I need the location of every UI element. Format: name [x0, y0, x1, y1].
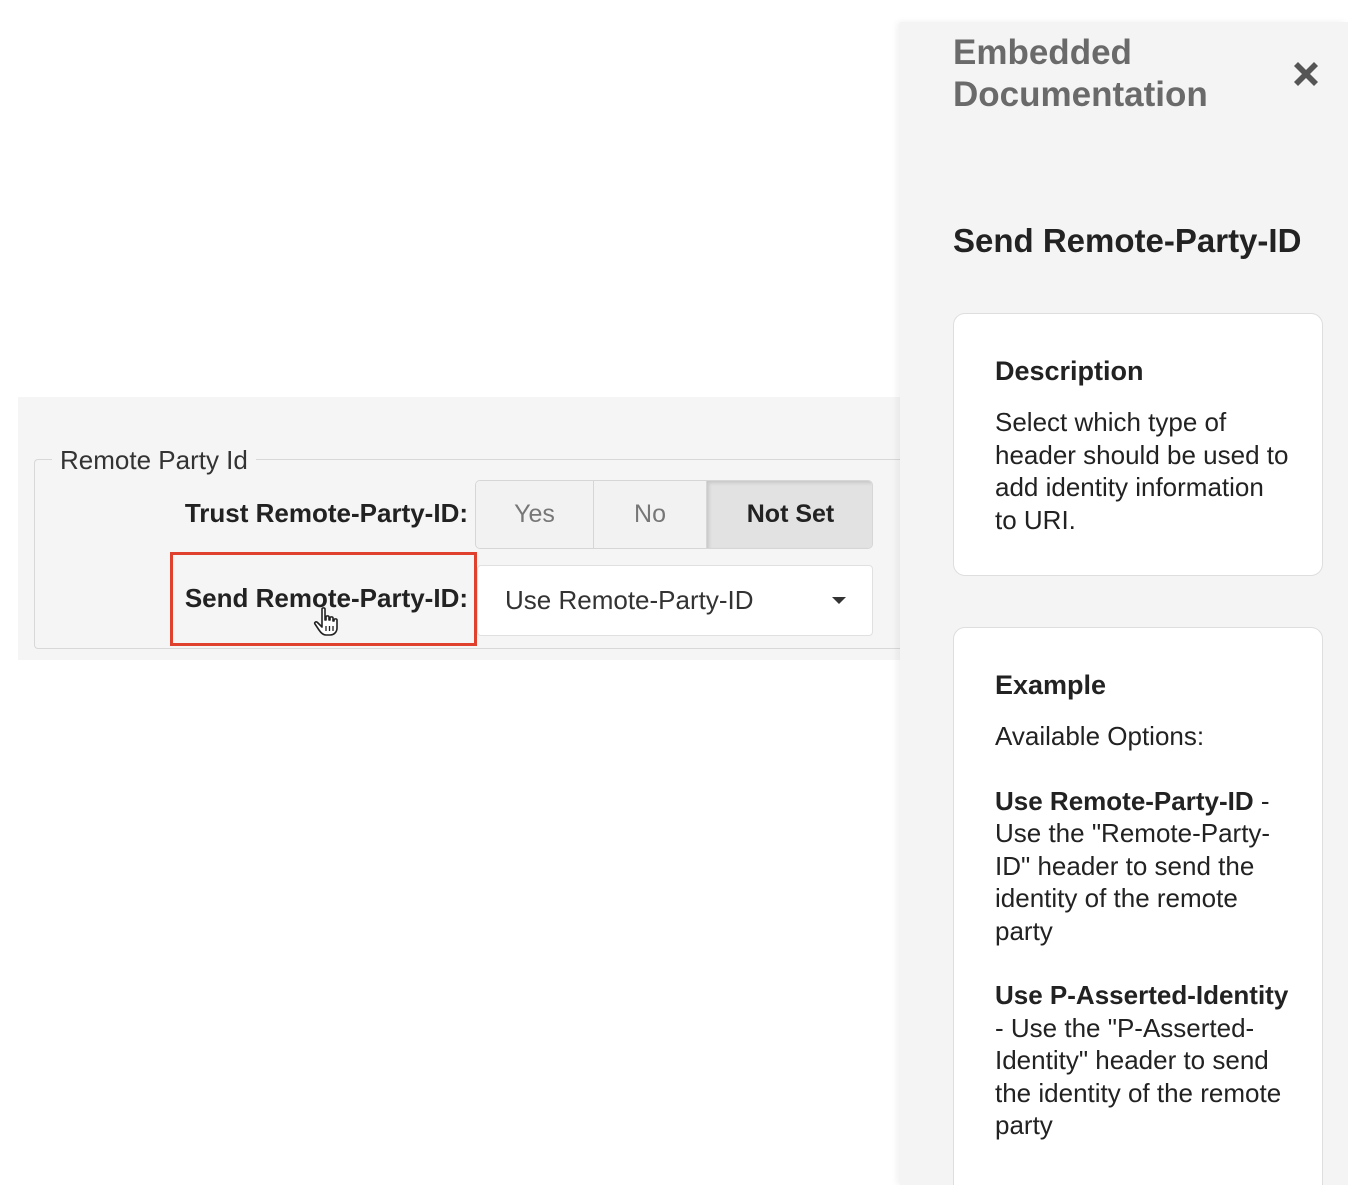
- close-icon[interactable]: [1290, 58, 1322, 90]
- option-desc: - Use the "P-Asserted-Identity" header t…: [995, 1012, 1282, 1141]
- description-title: Description: [995, 356, 1144, 386]
- send-remote-party-id-select[interactable]: Use Remote-Party-ID: [477, 565, 873, 636]
- trust-option-not-set[interactable]: Not Set: [707, 481, 872, 548]
- panel-title: Embedded Documentation: [953, 33, 1208, 114]
- trust-remote-party-id-toggle: Yes No Not Set: [475, 480, 873, 549]
- caret-down-icon: [832, 597, 846, 604]
- trust-option-yes[interactable]: Yes: [476, 481, 594, 548]
- example-option: Use Remote-Party-ID - Use the "Remote-Pa…: [995, 785, 1292, 948]
- doc-heading: Send Remote-Party-ID: [953, 222, 1302, 259]
- example-option: Use P-Asserted-Identity - Use the "P-Ass…: [995, 979, 1292, 1142]
- group-legend: Remote Party Id: [52, 443, 256, 477]
- description-text: Select which type of header should be us…: [995, 407, 1289, 535]
- hand-pointer-icon: [313, 607, 338, 636]
- trust-remote-party-id-label: Trust Remote-Party-ID:: [184, 498, 468, 528]
- option-name: Use P-Asserted-Identity: [995, 980, 1289, 1010]
- trust-option-no[interactable]: No: [594, 481, 707, 548]
- example-title: Example: [995, 670, 1107, 700]
- option-name: Use Remote-Party-ID: [995, 785, 1254, 816]
- page: Remote Party Id Trust Remote-Party-ID: Y…: [0, 0, 1348, 1185]
- example-card: Example Available Options: Use Remote-Pa…: [953, 627, 1323, 1185]
- description-card: Description Select which type of header …: [953, 313, 1323, 576]
- example-intro: Available Options:: [995, 721, 1205, 751]
- select-value: Use Remote-Party-ID: [505, 585, 754, 615]
